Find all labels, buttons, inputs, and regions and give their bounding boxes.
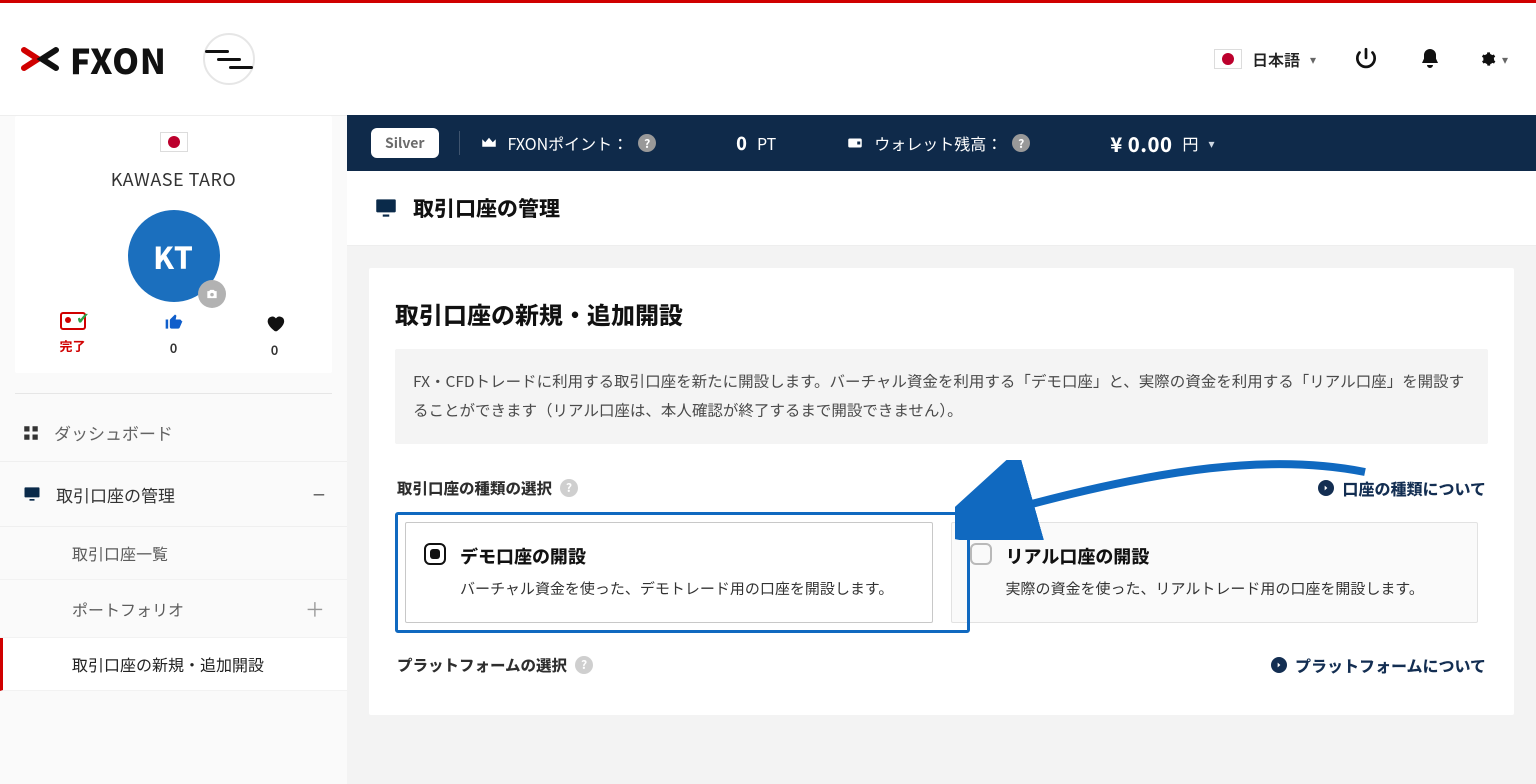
- layout: KAWASE TARO KT ✔ 完了: [0, 115, 1536, 784]
- sidebar-item-label: 取引口座の管理: [56, 482, 175, 507]
- points-block: FXONポイント： ?: [480, 131, 657, 155]
- arrow-right-icon: [1318, 480, 1334, 496]
- heart-icon: [264, 312, 286, 334]
- monitor-icon: [373, 195, 399, 221]
- monitor-icon: [22, 484, 42, 504]
- wallet-icon: [846, 134, 864, 152]
- dashboard-icon: [22, 424, 40, 442]
- sidebar-item-dashboard[interactable]: ダッシュボード: [0, 404, 347, 462]
- points-label: FXONポイント：: [508, 131, 629, 155]
- chevron-down-icon: ▾: [1208, 135, 1214, 152]
- link-label: プラットフォームについて: [1295, 653, 1486, 677]
- stat-favorites[interactable]: 0: [227, 312, 322, 359]
- profile-card: KAWASE TARO KT ✔ 完了: [15, 116, 332, 373]
- option-desc: バーチャル資金を使った、デモトレード用の口座を開設します。: [460, 575, 893, 602]
- stat-id-verification[interactable]: ✔ 完了: [25, 312, 120, 359]
- collapse-icon: −: [313, 478, 325, 510]
- page-title: 取引口座の管理: [413, 193, 560, 223]
- thumbs-up-icon: [164, 312, 184, 332]
- type-section-label: 取引口座の種類の選択: [397, 477, 552, 499]
- wallet-unit: 円: [1182, 131, 1198, 155]
- arrow-right-icon: [1271, 657, 1287, 673]
- logo-text: FXON: [70, 35, 167, 84]
- radio-selected-icon: [424, 543, 446, 565]
- expand-icon: ＋: [305, 594, 325, 623]
- sidebar-item-accounts[interactable]: 取引口座の管理 −: [0, 462, 347, 527]
- open-account-card: 取引口座の新規・追加開設 FX・CFDトレードに利用する取引口座を新たに開設しま…: [369, 268, 1514, 715]
- wallet-value-block[interactable]: ¥ 0.00 円 ▾: [1110, 129, 1214, 158]
- bell-icon[interactable]: [1416, 45, 1444, 73]
- sidebar-sub-label: 取引口座の新規・追加開設: [72, 652, 264, 676]
- sidebar-sub-open-account[interactable]: 取引口座の新規・追加開設: [0, 638, 347, 691]
- sidebar-menu: ダッシュボード 取引口座の管理 − 取引口座一覧 ポートフォリオ ＋: [0, 404, 347, 691]
- stat-favs-count: 0: [271, 340, 279, 359]
- crown-icon: [480, 134, 498, 152]
- wallet-label-block: ウォレット残高： ?: [846, 131, 1030, 155]
- logo[interactable]: FXON: [20, 35, 167, 84]
- points-value: 0: [736, 130, 747, 156]
- sidebar-sub-label: ポートフォリオ: [72, 597, 184, 621]
- option-desc: 実際の資金を使った、リアルトレード用の口座を開設します。: [1006, 575, 1424, 602]
- status-bar: Silver FXONポイント： ? 0 PT: [347, 115, 1536, 171]
- stat-done-label: 完了: [59, 336, 85, 355]
- stat-likes-count: 0: [170, 338, 178, 357]
- language-selector[interactable]: 日本語 ▾: [1214, 47, 1316, 71]
- option-real-account[interactable]: リアル口座の開設 実際の資金を使った、リアルトレード用の口座を開設します。: [951, 522, 1479, 623]
- help-icon[interactable]: ?: [575, 656, 593, 674]
- points-value-block: 0 PT: [736, 130, 776, 156]
- id-check-icon: ✔: [60, 312, 86, 330]
- avatar-initials: KT: [153, 234, 194, 278]
- help-icon[interactable]: ?: [560, 479, 578, 497]
- help-icon[interactable]: ?: [638, 134, 656, 152]
- type-highlight-annotation: デモ口座の開設 バーチャル資金を使った、デモトレード用の口座を開設します。 リア…: [395, 512, 1488, 633]
- power-icon[interactable]: [1352, 45, 1380, 73]
- logo-mark-icon: [20, 46, 60, 72]
- stat-likes[interactable]: 0: [126, 312, 221, 359]
- section-title: 取引口座の新規・追加開設: [395, 296, 1488, 331]
- option-title: デモ口座の開設: [460, 543, 893, 569]
- wallet-value: ¥ 0.00: [1110, 129, 1172, 158]
- chevron-down-icon: ▾: [1502, 51, 1508, 68]
- sidebar-sub-account-list[interactable]: 取引口座一覧: [0, 527, 347, 580]
- hamburger-button[interactable]: [203, 33, 255, 85]
- option-demo-account[interactable]: デモ口座の開設 バーチャル資金を使った、デモトレード用の口座を開設します。: [405, 522, 933, 623]
- content-area: Silver FXONポイント： ? 0 PT: [347, 115, 1536, 784]
- help-icon[interactable]: ?: [1012, 134, 1030, 152]
- points-unit: PT: [757, 131, 776, 155]
- language-label: 日本語: [1252, 47, 1300, 71]
- sidebar-sub-portfolio[interactable]: ポートフォリオ ＋: [0, 580, 347, 638]
- tier-badge: Silver: [371, 128, 439, 158]
- user-name: KAWASE TARO: [25, 166, 322, 192]
- top-bar: FXON 日本語 ▾ ▾: [0, 3, 1536, 115]
- flag-jp-icon: [160, 132, 188, 152]
- option-title: リアル口座の開設: [1006, 543, 1424, 569]
- sidebar-sub-label: 取引口座一覧: [72, 541, 168, 565]
- flag-jp-icon: [1214, 49, 1242, 69]
- notice-text: FX・CFDトレードに利用する取引口座を新たに開設します。バーチャル資金を利用す…: [395, 349, 1488, 444]
- divider: [15, 393, 332, 394]
- page-title-bar: 取引口座の管理: [347, 171, 1536, 246]
- sidebar-item-label: ダッシュボード: [54, 420, 173, 445]
- about-account-type-link[interactable]: 口座の種類について: [1318, 476, 1486, 500]
- camera-icon[interactable]: [198, 280, 226, 308]
- platform-section-label: プラットフォームの選択: [397, 654, 567, 676]
- link-label: 口座の種類について: [1342, 476, 1486, 500]
- chevron-down-icon: ▾: [1310, 51, 1316, 68]
- radio-unselected-icon: [970, 543, 992, 565]
- wallet-label: ウォレット残高：: [874, 131, 1002, 155]
- sidebar: KAWASE TARO KT ✔ 完了: [0, 115, 347, 784]
- about-platform-link[interactable]: プラットフォームについて: [1271, 653, 1486, 677]
- gear-icon[interactable]: ▾: [1480, 45, 1508, 73]
